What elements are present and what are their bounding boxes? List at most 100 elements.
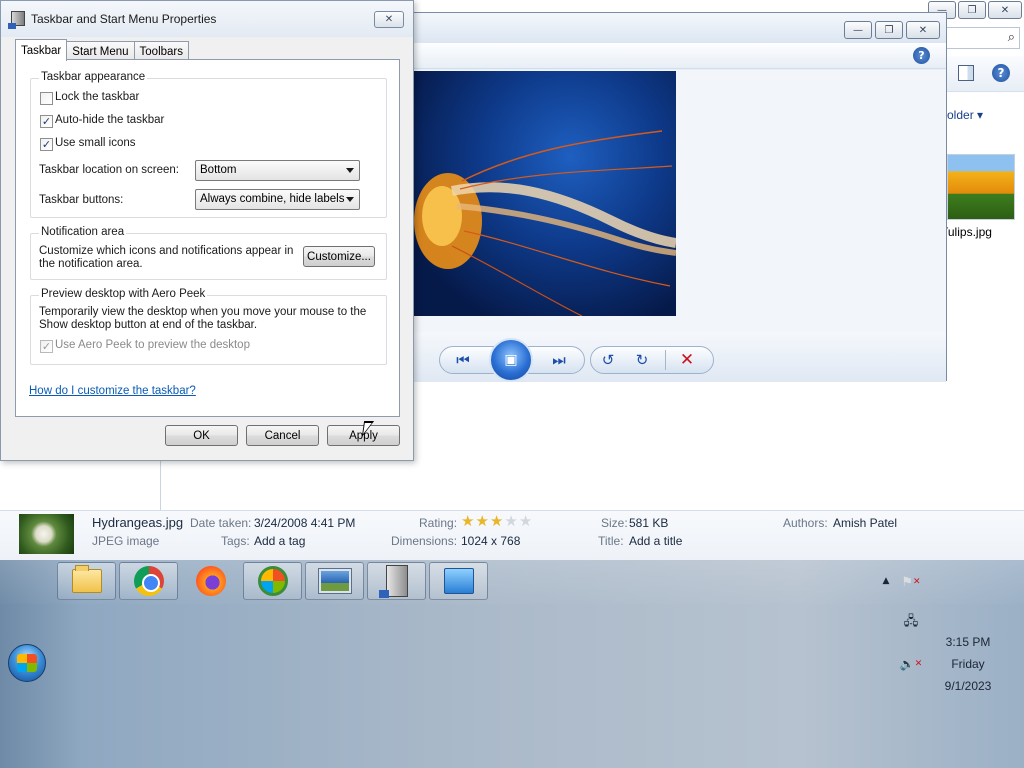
delete-icon[interactable]: ✕ (672, 345, 702, 375)
rating-label: Rating: (419, 516, 458, 530)
viewer-help-icon[interactable]: ? (913, 47, 930, 64)
dialog-close-button[interactable]: ✕ (374, 11, 404, 28)
taskbar-properties-icon (8, 11, 25, 29)
viewer-minimize-button[interactable]: — (844, 21, 872, 39)
autohide-taskbar-label[interactable]: Auto-hide the taskbar (55, 114, 164, 126)
slideshow-button[interactable]: ▣ (489, 338, 533, 382)
notification-area-label: Notification area (39, 226, 127, 238)
notification-area-group: Notification area Customize which icons … (30, 226, 387, 280)
rating-stars[interactable]: ★ ★ ★ ★ ★ (461, 514, 532, 529)
control-panel-icon (443, 568, 474, 594)
dialog-tabs: Taskbar Start Menu Toolbars (15, 39, 189, 61)
taskbar-properties-button[interactable] (367, 562, 426, 600)
network-icon[interactable]: 🖧 (902, 614, 920, 632)
taskbar-explorer-button[interactable] (57, 562, 116, 600)
taskbar-control-panel-button[interactable] (429, 562, 488, 600)
aero-peek-label: Preview desktop with Aero Peek (39, 288, 208, 300)
explorer-help-icon[interactable]: ? (992, 64, 1010, 82)
date-taken-value[interactable]: 3/24/2008 4:41 PM (254, 516, 355, 530)
taskbar-photo-viewer-button[interactable] (305, 562, 364, 600)
tags-label: Tags: (221, 534, 250, 548)
aero-peek-checkbox[interactable]: ✓ (40, 340, 53, 353)
hydrangeas-thumbnail (19, 514, 74, 554)
taskbar-location-value: Bottom (200, 164, 237, 176)
windows-update-icon (257, 566, 288, 596)
small-icons-checkbox[interactable]: ✓ (40, 138, 53, 151)
details-filename: Hydrangeas.jpg (92, 515, 184, 530)
explorer-maximize-button[interactable]: ❐ (958, 1, 986, 19)
next-icon[interactable]: ⏭ (544, 345, 574, 375)
previous-icon[interactable]: ⏮ (448, 345, 478, 375)
tulips-thumbnail[interactable] (947, 154, 1015, 220)
speaker-icon: 🔈 (899, 657, 915, 671)
new-folder-button[interactable]: older ▾ (947, 108, 983, 122)
title-value[interactable]: Add a title (629, 534, 682, 548)
customize-taskbar-help-link[interactable]: How do I customize the taskbar? (29, 385, 196, 397)
explorer-close-button[interactable]: ✕ (988, 1, 1022, 19)
authors-label: Authors: (783, 516, 828, 530)
show-hidden-icons-button[interactable]: ▲ (880, 575, 892, 587)
chrome-icon (133, 566, 164, 596)
viewer-close-button[interactable]: ✕ (906, 21, 940, 39)
taskbar-tab-panel: Taskbar appearance Lock the taskbar ✓ Au… (15, 59, 400, 417)
rotate-clockwise-icon[interactable]: ↻ (627, 345, 657, 375)
ok-button[interactable]: OK (165, 425, 238, 446)
lock-taskbar-label[interactable]: Lock the taskbar (55, 91, 139, 103)
windows-logo-icon (17, 654, 37, 672)
small-icons-label[interactable]: Use small icons (55, 137, 136, 149)
viewer-menu-bar: ? (412, 43, 946, 69)
autohide-taskbar-checkbox[interactable]: ✓ (40, 115, 53, 128)
size-label: Size: (601, 516, 628, 530)
viewer-caption-buttons: — ❐ ✕ (844, 21, 940, 39)
tab-toolbars[interactable]: Toolbars (133, 41, 189, 61)
star-icon[interactable]: ★ (475, 514, 488, 529)
authors-value[interactable]: Amish Patel (833, 516, 897, 530)
tags-value[interactable]: Add a tag (254, 534, 305, 548)
clock-day[interactable]: Friday (930, 657, 1006, 671)
taskbar-buttons-value: Always combine, hide labels (200, 193, 345, 205)
dimensions-value: 1024 x 768 (461, 534, 521, 548)
taskbar (0, 560, 1024, 768)
start-button[interactable] (8, 644, 46, 682)
rotate-counterclockwise-icon[interactable]: ↺ (593, 345, 623, 375)
star-icon[interactable]: ★ (461, 514, 474, 529)
dialog-titlebar[interactable]: Taskbar and Start Menu Properties ✕ (1, 1, 413, 37)
aero-peek-checkbox-label[interactable]: Use Aero Peek to preview the desktop (55, 339, 250, 351)
star-icon[interactable]: ★ (504, 514, 517, 529)
jellyfish-image (414, 130, 676, 316)
title-label: Title: (598, 534, 624, 548)
search-icon[interactable]: ⌕ (1008, 30, 1015, 45)
taskbar-firefox-button[interactable] (181, 562, 240, 600)
clock-date[interactable]: 9/1/2023 (930, 679, 1006, 693)
clock-time[interactable]: 3:15 PM (930, 635, 1006, 649)
computer-icon (378, 565, 408, 598)
tab-start-menu[interactable]: Start Menu (66, 41, 135, 61)
lock-taskbar-checkbox[interactable] (40, 92, 53, 105)
taskbar-location-select[interactable]: Bottom (195, 160, 360, 181)
location-label: Taskbar location on screen: (39, 164, 179, 176)
preview-pane-icon[interactable] (958, 65, 974, 81)
viewer-maximize-button[interactable]: ❐ (875, 21, 903, 39)
details-filetype: JPEG image (92, 534, 160, 548)
customize-button[interactable]: Customize... (303, 246, 375, 267)
cancel-button[interactable]: Cancel (246, 425, 319, 446)
taskbar-properties-dialog: Taskbar and Start Menu Properties ✕ Task… (0, 0, 414, 461)
dimensions-label: Dimensions: (391, 534, 458, 548)
viewer-titlebar: — ❐ ✕ (412, 13, 946, 43)
firefox-icon (195, 566, 226, 596)
taskbar-chrome-button[interactable] (119, 562, 178, 600)
taskbar-buttons-select[interactable]: Always combine, hide labels (195, 189, 360, 210)
explorer-search-input[interactable]: ⌕ (940, 27, 1020, 49)
taskbar-windows-update-button[interactable] (243, 562, 302, 600)
action-center-icon[interactable]: ⚑ ✕ (901, 573, 921, 591)
size-value: 581 KB (629, 516, 669, 530)
aero-peek-description: Temporarily view the desktop when you mo… (39, 306, 367, 331)
photo-viewer-icon (318, 569, 351, 593)
star-icon[interactable]: ★ (519, 514, 532, 529)
tulips-filename[interactable]: Tulips.jpg (941, 225, 992, 239)
control-separator (665, 350, 666, 370)
volume-icon[interactable]: 🔈 ✕ (899, 655, 923, 673)
tab-taskbar[interactable]: Taskbar (15, 39, 68, 61)
photo-viewer-window: — ❐ ✕ ? ⏮ ▣ ⏭ ↺ ↻ ✕ (412, 12, 947, 382)
star-icon[interactable]: ★ (490, 514, 503, 529)
